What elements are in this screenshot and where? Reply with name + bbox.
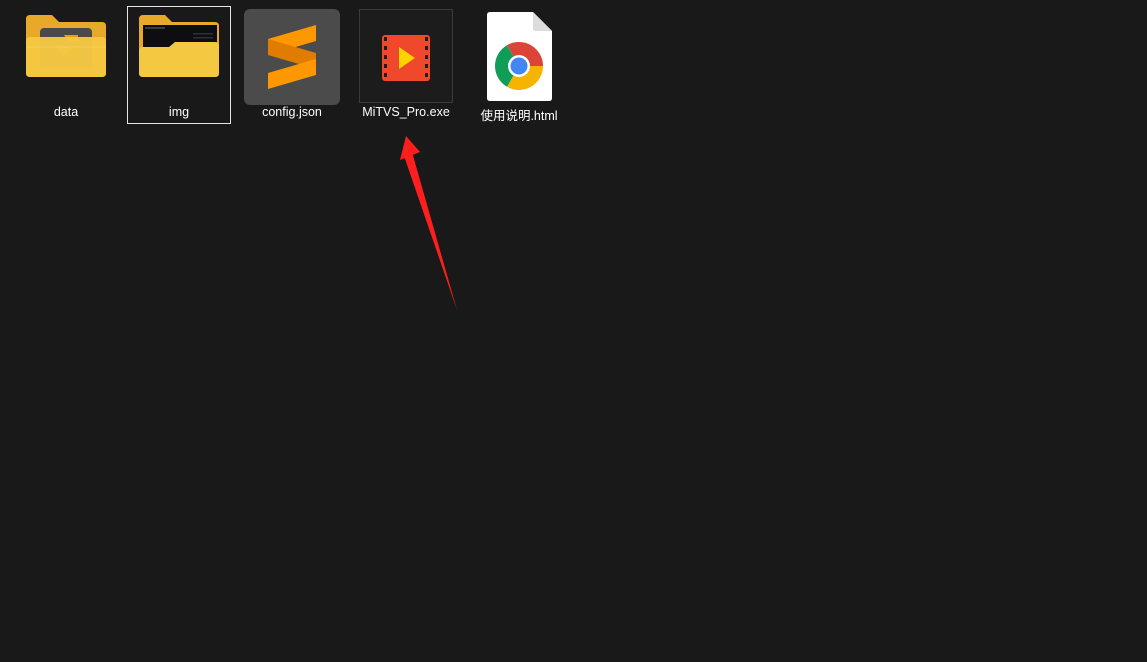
- file-label: 使用说明.html: [480, 109, 558, 123]
- file-item-mitvs-pro-exe[interactable]: MiTVS_Pro.exe: [354, 6, 458, 124]
- file-label: MiTVS_Pro.exe: [362, 105, 450, 119]
- file-item-config-json[interactable]: config.json: [240, 6, 344, 124]
- file-label: data: [53, 105, 79, 119]
- folder-icon: [139, 15, 219, 77]
- folder-icon: [26, 15, 106, 77]
- chrome-html-icon: [487, 12, 552, 101]
- file-item-readme-html[interactable]: 使用说明.html: [467, 6, 571, 124]
- desktop: data img config.json MiTVS_Pro.exe 使用说明.…: [0, 0, 1147, 662]
- file-item-data[interactable]: data: [14, 6, 118, 124]
- file-label: img: [168, 105, 190, 119]
- sublime-text-icon: [244, 9, 340, 105]
- file-label: config.json: [262, 105, 322, 119]
- video-app-icon: [359, 9, 453, 103]
- file-item-img[interactable]: img: [127, 6, 231, 124]
